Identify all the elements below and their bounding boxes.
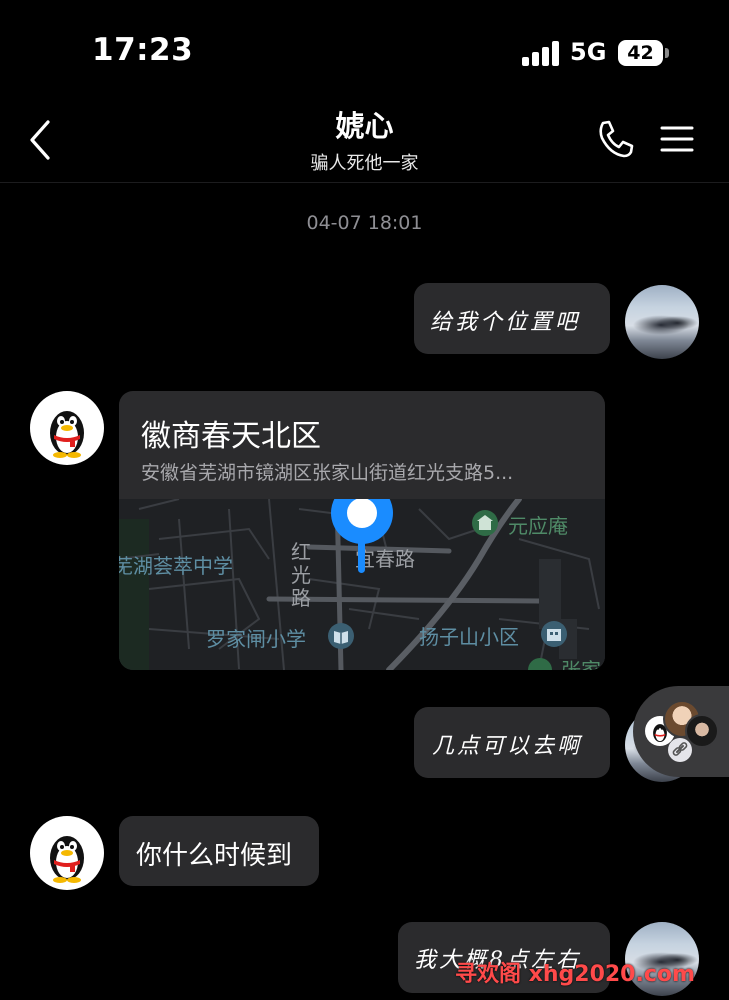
message-bubble-self[interactable]: 给我个位置吧 — [414, 283, 610, 354]
location-map[interactable]: 元应庵 芜湖荟萃中学 红光路 宜春路 罗家闸小学 扬子山小区 张家 — [119, 499, 605, 670]
status-bar: 17:23 5G 42 — [0, 0, 729, 100]
qq-penguin-icon — [50, 411, 84, 458]
self-avatar[interactable] — [625, 285, 699, 359]
message-timestamp: 04-07 18:01 — [306, 212, 423, 234]
call-button[interactable] — [594, 118, 636, 160]
message-text: 给我个位置吧 — [430, 310, 581, 335]
battery-cap — [665, 48, 669, 58]
school-icon — [328, 623, 354, 649]
contact-avatar[interactable] — [30, 816, 104, 890]
map-label-luojiazha-school: 罗家闸小学 — [206, 627, 306, 651]
link-icon — [668, 738, 692, 762]
temple-icon — [472, 510, 498, 536]
location-address: 安徽省芜湖市镜湖区张家山街道红光支路5... — [141, 462, 514, 484]
map-label-yuanyingan: 元应庵 — [508, 514, 568, 538]
map-label-zhangjia: 张家 — [561, 658, 601, 670]
qq-penguin-icon — [50, 836, 84, 883]
message-bubble-contact[interactable]: 你什么时候到 — [119, 816, 319, 886]
map-label-hongguang-road: 红光路 — [291, 540, 311, 610]
battery-icon: 42 — [618, 40, 663, 66]
map-label-yangzishan: 扬子山小区 — [419, 625, 519, 649]
hamburger-menu-icon — [660, 126, 694, 152]
chat-header: 婋心 骗人死他一家 — [0, 100, 729, 183]
map-label-school: 芜湖荟萃中学 — [119, 554, 233, 578]
message-bubble-self[interactable]: 几点可以去啊 — [414, 707, 610, 778]
contact-avatar[interactable] — [30, 391, 104, 465]
menu-button[interactable] — [660, 122, 694, 156]
watermark: 寻欢阁 xhg2020.com — [455, 962, 695, 987]
phone-icon — [599, 120, 634, 158]
residential-icon — [541, 621, 567, 647]
location-pin-icon — [331, 499, 393, 573]
message-text: 你什么时候到 — [136, 841, 293, 871]
floating-contacts-widget[interactable] — [633, 686, 729, 777]
signal-icon — [522, 40, 560, 66]
location-card[interactable]: 徽商春天北区 安徽省芜湖市镜湖区张家山街道红光支路5... 元应庵 芜湖荟萃中学… — [119, 391, 605, 670]
location-name: 徽商春天北区 — [141, 419, 321, 454]
message-text: 几点可以去啊 — [432, 734, 583, 759]
network-label: 5G — [570, 38, 607, 66]
status-time: 17:23 — [92, 32, 194, 68]
